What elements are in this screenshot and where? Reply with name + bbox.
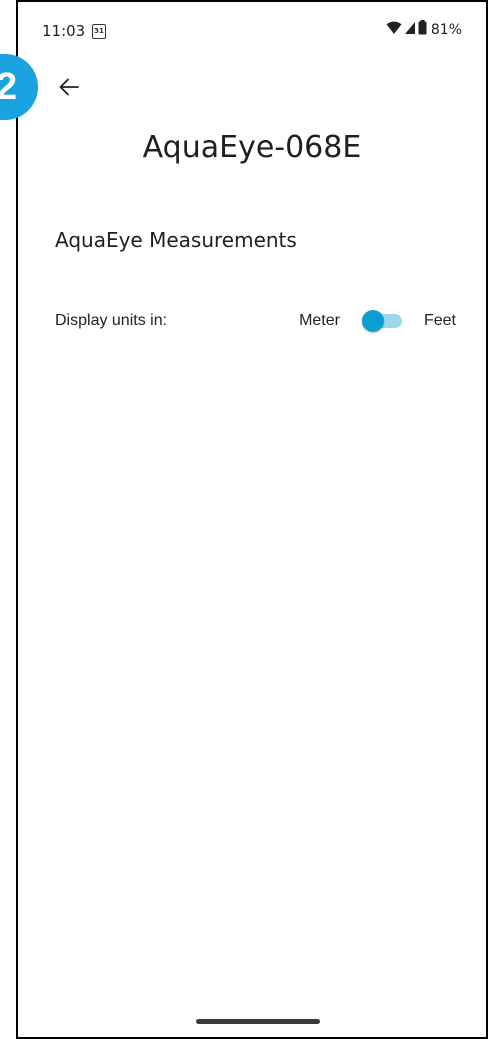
back-button[interactable] <box>56 76 82 102</box>
section-title: AquaEye Measurements <box>55 228 297 252</box>
status-time: 11:03 <box>42 22 86 40</box>
status-bar: 11:03 31 81% <box>18 2 486 58</box>
home-indicator[interactable] <box>196 1019 320 1024</box>
units-label: Display units in: <box>55 312 168 329</box>
battery-percent: 81% <box>430 22 462 38</box>
units-setting-row: Display units in: Meter Feet <box>55 308 456 334</box>
unit-option-meter: Meter <box>299 312 340 329</box>
unit-option-feet: Feet <box>423 312 456 329</box>
toggle-thumb[interactable] <box>361 310 384 332</box>
wifi-icon <box>386 21 402 40</box>
phone-screen: 11:03 31 81% AquaEye-068E AquaEye Measur… <box>16 0 488 1039</box>
signal-icon <box>404 21 416 40</box>
step-number: 2 <box>0 66 18 108</box>
status-icons: 81% <box>386 20 462 40</box>
arrow-left-icon <box>59 78 79 101</box>
battery-icon <box>418 20 427 40</box>
units-toggle[interactable] <box>361 309 402 333</box>
calendar-icon: 31 <box>92 24 106 39</box>
page-title: AquaEye-068E <box>142 130 362 165</box>
